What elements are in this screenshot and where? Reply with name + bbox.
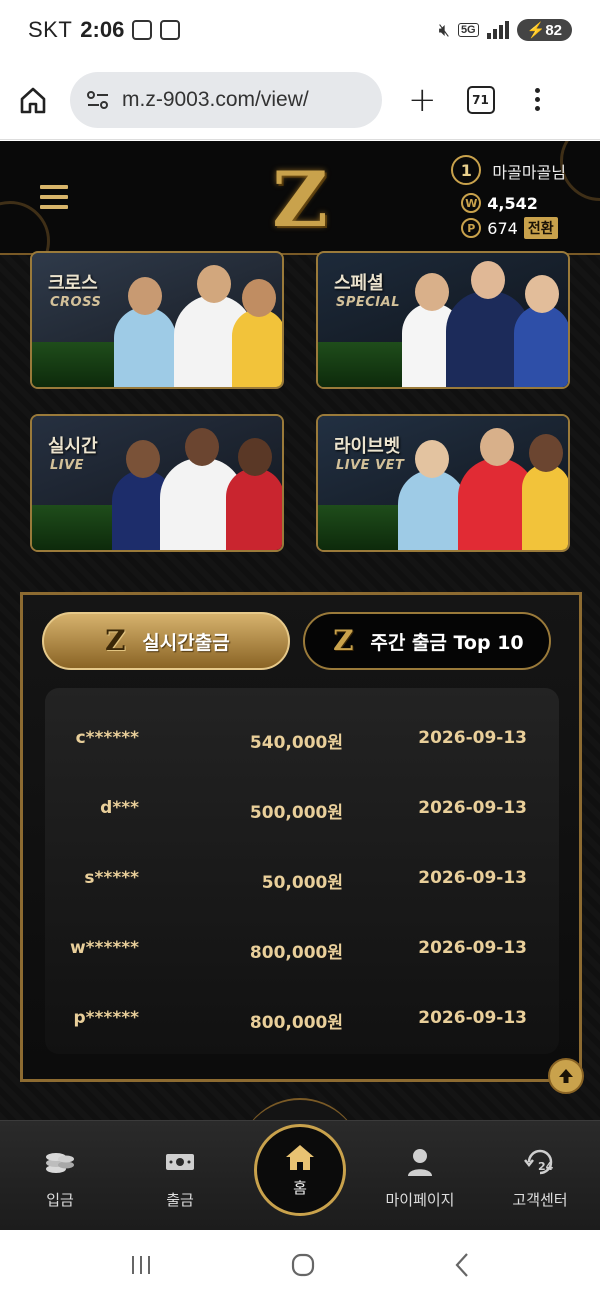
status-bar: SKT 2:06 🔇︎ 5G ⚡82: [0, 0, 600, 60]
money-row: W 4,542: [461, 193, 566, 213]
home-circle-icon[interactable]: [290, 1252, 316, 1278]
masked-user: p******: [73, 1008, 139, 1028]
clock: 2:06: [80, 17, 125, 42]
url-text[interactable]: m.z-9003.com/view/: [122, 88, 309, 112]
username[interactable]: 마골마골님: [492, 163, 566, 182]
tab-switcher-button[interactable]: 71: [466, 85, 495, 114]
game-subtitle: LIVE: [50, 458, 85, 473]
convert-button[interactable]: 전환: [523, 217, 558, 239]
withdrawal-date: 2026-09-13: [418, 938, 527, 958]
home-icon[interactable]: [18, 85, 48, 115]
nav-label: 홈: [293, 1178, 307, 1197]
list-item: d*** 500,000원 2026-09-13: [45, 798, 559, 828]
rank-badge: 1: [451, 155, 482, 185]
game-title: 크로스: [48, 273, 98, 294]
battery-level: 82: [545, 22, 562, 39]
withdrawal-amount: 800,000원: [249, 1013, 343, 1033]
game-subtitle: LIVE VET: [336, 458, 405, 473]
list-item: w****** 800,000원 2026-09-13: [45, 938, 559, 968]
masked-user: c******: [75, 728, 139, 748]
nav-mypage[interactable]: 마이페이지: [370, 1145, 470, 1210]
scroll-top-button[interactable]: [548, 1058, 584, 1094]
withdrawal-date: 2026-09-13: [418, 868, 527, 888]
tab-weekly-top10[interactable]: Z 주간 출금 Top 10: [303, 612, 551, 670]
nav-deposit[interactable]: 입금: [10, 1145, 110, 1210]
mute-icon: 🔇︎: [438, 19, 450, 40]
site-header: Z 1 마골마골님 W 4,542 P 674 전환: [0, 141, 600, 255]
support-24h-icon: 24: [524, 1149, 554, 1175]
logo-badge-icon: Z: [105, 624, 126, 657]
new-tab-button[interactable]: +: [408, 80, 437, 120]
signal-icon: [486, 21, 509, 39]
tab-label: 실시간출금: [142, 631, 230, 654]
address-bar[interactable]: m.z-9003.com/view/: [70, 71, 382, 128]
withdrawal-date: 2026-09-13: [418, 728, 527, 748]
site-logo[interactable]: Z: [264, 153, 336, 244]
ornament-right: [560, 141, 600, 201]
game-card-livevet[interactable]: 라이브벳 LIVE VET: [316, 414, 570, 552]
back-icon[interactable]: [453, 1252, 471, 1278]
tab-realtime-withdrawal[interactable]: Z 실시간출금: [42, 612, 290, 670]
masked-user: w******: [69, 938, 139, 958]
won-coin-icon: W: [461, 193, 482, 213]
nav-label: 고객센터: [512, 1191, 568, 1209]
withdrawal-amount: 50,000원: [261, 873, 343, 893]
home-icon: [286, 1144, 314, 1170]
main-content: 크로스 CROSS 스페셜 SPECIAL 실시간 LIVE 라이브벳 LIVE…: [0, 251, 600, 1120]
points-row: P 674 전환: [461, 217, 566, 239]
nav-withdraw[interactable]: 출금: [130, 1145, 230, 1210]
game-card-cross[interactable]: 크로스 CROSS: [30, 251, 284, 389]
network-type: 5G: [457, 23, 479, 37]
point-coin-icon: P: [461, 218, 482, 238]
masked-user: d***: [100, 798, 139, 818]
withdrawal-amount: 500,000원: [249, 803, 343, 823]
point-balance: 674: [487, 218, 518, 238]
nav-home[interactable]: 홈: [254, 1124, 346, 1216]
withdrawal-list: c****** 540,000원 2026-09-13 d*** 500,000…: [45, 688, 559, 1054]
money-balance: 4,542: [487, 193, 538, 213]
nav-label: 입금: [46, 1191, 74, 1209]
arrow-up-icon: [559, 1069, 573, 1083]
game-card-live[interactable]: 실시간 LIVE: [30, 414, 284, 552]
logo-badge-icon: Z: [333, 624, 354, 657]
user-info: 1 마골마골님 W 4,542 P 674 전환: [451, 155, 566, 239]
coins-icon: [46, 1153, 74, 1173]
list-item: c****** 540,000원 2026-09-13: [45, 728, 559, 758]
game-card-special[interactable]: 스페셜 SPECIAL: [316, 251, 570, 389]
browser-menu-icon[interactable]: [534, 88, 540, 111]
game-subtitle: CROSS: [50, 295, 102, 310]
withdrawal-panel: Z 실시간출금 Z 주간 출금 Top 10 c****** 540,000원 …: [20, 592, 582, 1082]
home-notification-icon: [160, 20, 181, 40]
battery-indicator: ⚡82: [516, 19, 572, 41]
user-icon: [408, 1149, 432, 1176]
withdrawal-amount: 540,000원: [249, 733, 343, 753]
menu-icon[interactable]: [40, 185, 68, 215]
carrier-label: SKT: [28, 17, 73, 42]
withdrawal-date: 2026-09-13: [418, 798, 527, 818]
game-title: 스페셜: [334, 273, 384, 294]
masked-user: s*****: [84, 868, 139, 888]
game-title: 라이브벳: [334, 436, 401, 457]
screenshot-icon: [132, 20, 153, 40]
list-item: p****** 800,000원 2026-09-13: [45, 1008, 559, 1038]
support-badge: 24: [538, 1160, 554, 1173]
withdrawal-date: 2026-09-13: [418, 1008, 527, 1028]
withdrawal-amount: 800,000원: [249, 943, 343, 963]
banknote-icon: [166, 1154, 194, 1170]
system-navigation-bar: [0, 1230, 600, 1300]
recent-apps-icon[interactable]: [129, 1254, 153, 1276]
game-title: 실시간: [48, 436, 98, 457]
tab-label: 주간 출금 Top 10: [370, 631, 524, 654]
site-settings-icon[interactable]: [86, 90, 110, 110]
nav-label: 출금: [166, 1191, 194, 1209]
list-item: s***** 50,000원 2026-09-13: [45, 868, 559, 898]
game-subtitle: SPECIAL: [336, 295, 400, 310]
nav-label: 마이페이지: [385, 1191, 455, 1209]
nav-support[interactable]: 24 고객센터: [490, 1145, 590, 1210]
browser-toolbar: m.z-9003.com/view/ + 71: [0, 60, 600, 140]
